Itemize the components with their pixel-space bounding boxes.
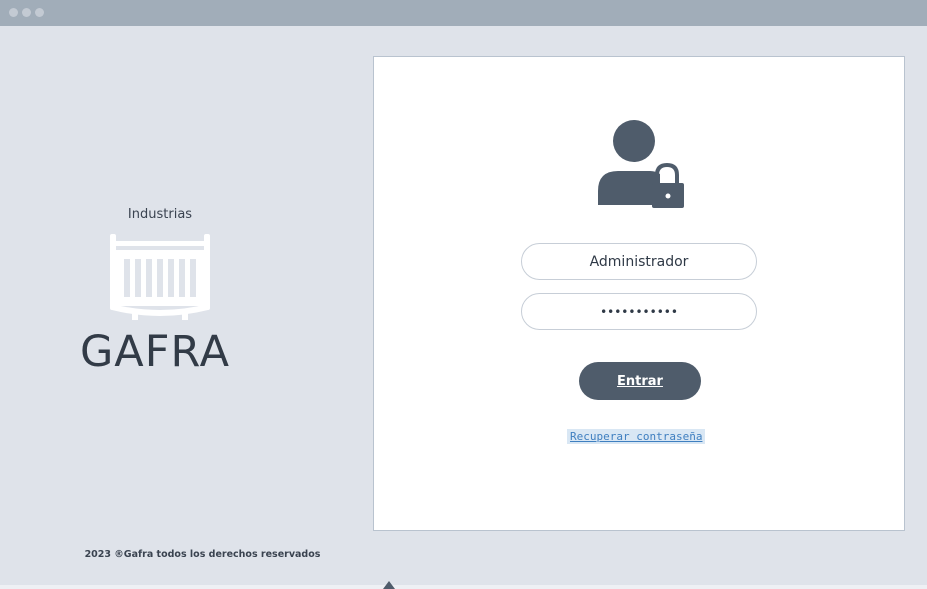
login-button[interactable]: Entrar bbox=[579, 362, 701, 400]
brand-name: GAFRA bbox=[79, 327, 231, 377]
caret-up-icon bbox=[383, 581, 395, 589]
copyright-footer: 2023 ®Gafra todos los derechos reservado… bbox=[84, 549, 321, 560]
title-bar bbox=[0, 0, 927, 26]
minimize-dot[interactable] bbox=[22, 8, 31, 17]
bottom-divider bbox=[0, 585, 927, 589]
recover-password-link[interactable]: Recuperar contraseña bbox=[567, 429, 706, 444]
user-lock-icon bbox=[598, 120, 684, 208]
app-window: Industrias GAFRA Entrar bbox=[0, 0, 927, 589]
close-dot[interactable] bbox=[9, 8, 18, 17]
login-card: Entrar Recuperar contraseña bbox=[373, 56, 905, 531]
maximize-dot[interactable] bbox=[35, 8, 44, 17]
password-field[interactable] bbox=[521, 293, 757, 330]
crib-icon bbox=[110, 234, 210, 320]
username-field[interactable] bbox=[521, 243, 757, 280]
brand-subtitle: Industrias bbox=[127, 207, 193, 222]
